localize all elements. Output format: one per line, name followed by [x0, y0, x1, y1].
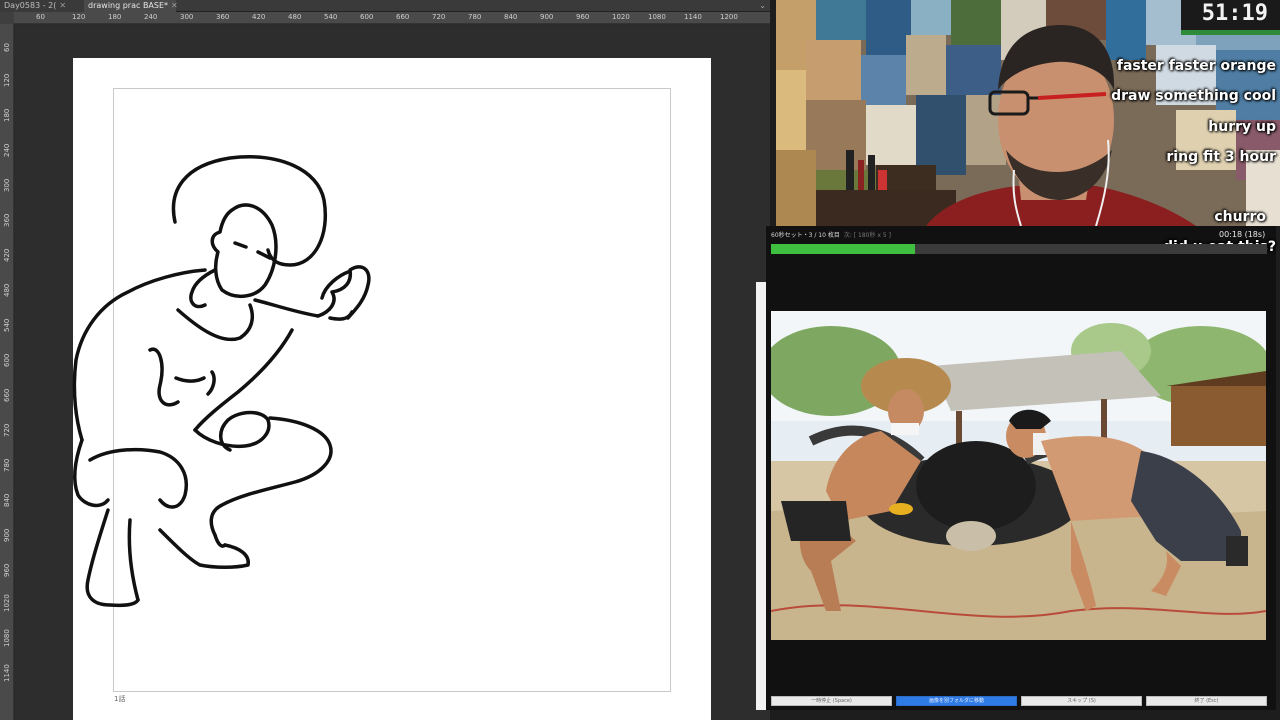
timer-bar — [1181, 30, 1280, 35]
ruler-tick-label: 600 — [3, 353, 11, 367]
ruler-tick-label: 1140 — [3, 664, 11, 682]
skip-button[interactable]: スキップ (S) — [1021, 696, 1142, 706]
ruler-tick-label: 960 — [3, 563, 11, 577]
ruler-tick-label: 420 — [3, 248, 11, 262]
ruler-tick-label: 720 — [432, 13, 446, 21]
reference-photo-illustration — [771, 311, 1266, 640]
ruler-tick-label: 120 — [3, 73, 11, 87]
chat-message: churro — [1214, 209, 1266, 225]
pause-button[interactable]: 一時停止 (Space) — [771, 696, 892, 706]
chat-message: ring fit 3 hour — [1166, 149, 1276, 165]
ruler-tick-label: 480 — [288, 13, 302, 21]
ruler-tick-label: 180 — [3, 108, 11, 122]
end-button[interactable]: 終了 (Esc) — [1146, 696, 1267, 706]
next-set-label: 次: [ 180秒 x 5 ] — [843, 232, 891, 239]
timer-text: 51:19 — [1201, 1, 1268, 26]
ruler-tick-label: 720 — [3, 423, 11, 437]
background-window-edge — [756, 282, 766, 710]
ruler-tick-label: 1080 — [648, 13, 666, 21]
ruler-tick-label: 420 — [252, 13, 266, 21]
ruler-tick-label: 540 — [324, 13, 338, 21]
ruler-tick-label: 1140 — [684, 13, 702, 21]
ruler-tick-label: 60 — [36, 13, 45, 21]
ruler-tick-label: 240 — [3, 143, 11, 157]
ruler-tick-label: 840 — [504, 13, 518, 21]
set-counter: 60秒セット・3 / 10 枚目 — [771, 232, 840, 239]
reference-header: 60秒セット・3 / 10 枚目 次: [ 180秒 x 5 ] — [771, 230, 891, 239]
ruler-tick-label: 840 — [3, 493, 11, 507]
ruler-tick-label: 960 — [576, 13, 590, 21]
ruler-tick-label: 480 — [3, 283, 11, 297]
ruler-tick-label: 900 — [540, 13, 554, 21]
ruler-tick-label: 540 — [3, 318, 11, 332]
ruler-tick-label: 360 — [216, 13, 230, 21]
tab-label: drawing prac BASE* — [88, 1, 169, 10]
move-image-button[interactable]: 画像を別フォルダに移動 — [896, 696, 1017, 706]
ruler-tick-label: 1020 — [3, 594, 11, 612]
chat-message: faster faster orange — [1116, 58, 1276, 74]
page-label: 1話 — [114, 695, 126, 703]
ruler-tick-label: 780 — [3, 458, 11, 472]
chat-message: hurry up — [1208, 119, 1276, 135]
ruler-tick-label: 300 — [3, 178, 11, 192]
stream-timer: 51:19 — [1181, 0, 1280, 30]
screen: Day0583 - 2(✕ drawing prac BASE* ✕ ⌄ 60 12… — [0, 0, 1280, 720]
elapsed-time: 00:18 (18s) — [1219, 230, 1266, 239]
ruler-tick-label: 660 — [396, 13, 410, 21]
close-icon[interactable]: ✕ — [171, 1, 178, 10]
ruler-tick-label: 120 — [72, 13, 86, 21]
ruler-tick-label: 900 — [3, 528, 11, 542]
ruler-tick-label: 1080 — [3, 629, 11, 647]
chevron-down-icon[interactable]: ⌄ — [759, 0, 766, 12]
ruler-tick-label: 300 — [180, 13, 194, 21]
timer-progress-bar — [771, 244, 1267, 254]
ruler-tick-label: 180 — [108, 13, 122, 21]
ruler-tick-label: 600 — [360, 13, 374, 21]
timer-progress-fill — [771, 244, 915, 254]
ruler-tick-label: 240 — [144, 13, 158, 21]
ruler-tick-label: 1020 — [612, 13, 630, 21]
close-icon[interactable]: ✕ — [59, 1, 66, 10]
ruler-vertical: 60 120 180 240 300 360 420 480 540 600 660 720 780 84… — [0, 12, 14, 720]
ruler-corner — [0, 12, 14, 24]
ruler-horizontal: 60 120 180 240 300 360 420 480 540 600 660 720 780 84… — [14, 12, 770, 24]
canvas-frame-border — [113, 88, 671, 692]
reference-photo — [771, 311, 1266, 640]
tab-label: Day0583 - 2( — [4, 1, 57, 10]
document-tab-bar: Day0583 - 2(✕ drawing prac BASE* ✕ ⌄ — [0, 0, 770, 12]
chat-message: draw something cool — [1111, 88, 1276, 104]
tab-day0583[interactable]: Day0583 - 2(✕ — [0, 0, 84, 12]
ruler-tick-label: 360 — [3, 213, 11, 227]
ruler-tick-label: 60 — [3, 43, 11, 52]
ruler-tick-label: 660 — [3, 388, 11, 402]
tab-drawing-prac-base[interactable]: drawing prac BASE* ✕ — [84, 0, 178, 12]
ruler-tick-label: 780 — [468, 13, 482, 21]
ruler-tick-label: 1200 — [720, 13, 738, 21]
